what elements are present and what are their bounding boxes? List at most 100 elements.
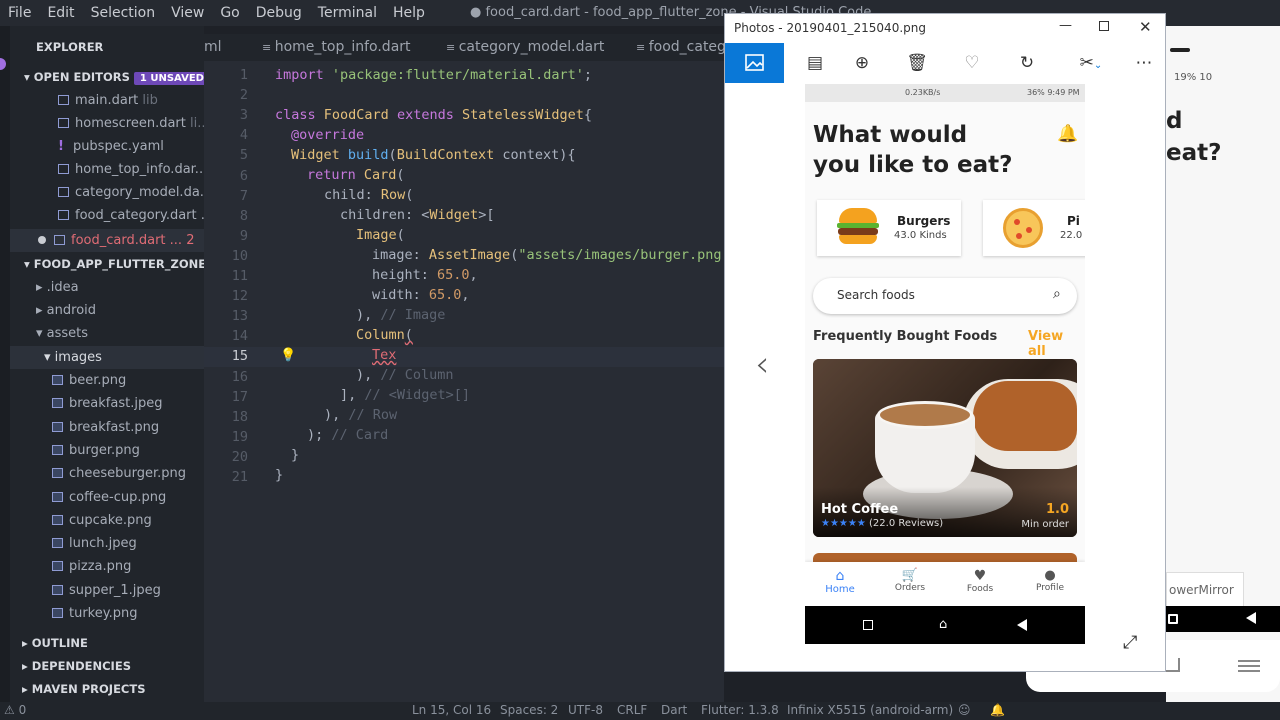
- code-line-8: children: <Widget>[: [340, 207, 495, 223]
- home-button-icon[interactable]: ⌂: [939, 617, 947, 632]
- bg-android-nav: [1166, 606, 1280, 632]
- more-icon[interactable]: ⋯: [1130, 49, 1158, 77]
- menu-debug[interactable]: Debug: [248, 5, 310, 21]
- status-bar: ⚠ 0 Ln 15, Col 16 Spaces: 2 UTF-8 CRLF D…: [0, 702, 1280, 720]
- image-file-icon: [52, 538, 63, 549]
- recents-icon[interactable]: [863, 620, 873, 630]
- language-mode[interactable]: Dart: [661, 703, 687, 717]
- category-card-burgers[interactable]: Burgers 43.0 Kinds: [817, 200, 961, 256]
- problems-indicator[interactable]: ⚠ 0: [4, 703, 26, 717]
- folder-assets[interactable]: ▾ assets: [36, 322, 230, 345]
- menu-selection[interactable]: Selection: [83, 5, 164, 21]
- maximize-icon[interactable]: [1099, 21, 1109, 31]
- explorer-sidebar: EXPLORER ▾ OPEN EDITORS 1 UNSAVED main.da…: [10, 26, 213, 702]
- line-number: 2: [239, 87, 248, 104]
- view-all-link[interactable]: View all: [1028, 329, 1085, 359]
- outline-section[interactable]: ▸ OUTLINE: [22, 632, 216, 655]
- folder-images[interactable]: ▾ images: [10, 346, 204, 369]
- section-title: Frequently Bought Foods: [813, 329, 998, 344]
- background-app: 19% 10 d eat? owerMirror: [1026, 0, 1280, 720]
- pastry-shape: [973, 381, 1077, 451]
- code-line-18: ), // Row: [324, 407, 398, 423]
- line-ending[interactable]: CRLF: [617, 703, 647, 717]
- lines-icon: ≡: [446, 41, 459, 54]
- menu-file[interactable]: File: [0, 5, 39, 21]
- image-file-icon: [52, 375, 63, 385]
- indentation[interactable]: Spaces: 2: [500, 703, 558, 717]
- search-icon[interactable]: ⌕: [1053, 286, 1061, 302]
- minimize-icon[interactable]: —: [1059, 18, 1072, 33]
- tab-category-model[interactable]: ≡ category_model.dart: [446, 34, 604, 61]
- chevron-right-icon: ▸: [36, 280, 47, 295]
- code-line-3: class FoodCard extends StatelessWidget{: [275, 107, 593, 123]
- flutter-version[interactable]: Flutter: 1.3.8: [701, 703, 779, 717]
- chevron-right-icon: ▸: [36, 303, 47, 318]
- code-line-15: Tex: [372, 347, 397, 363]
- smiley-icon[interactable]: ☺: [958, 703, 971, 717]
- category-card-pizza[interactable]: Pi 22.0: [983, 200, 1085, 256]
- tab-partial[interactable]: ml: [204, 34, 222, 61]
- code-line-12: width: 65.0,: [372, 287, 470, 303]
- line-number: 14: [231, 328, 248, 345]
- code-editor[interactable]: 1 2 3 4 5 6 7 8 9 10 11 12 13 14 15 16 17 18 19 20 21 import…: [204, 61, 724, 702]
- edit-icon[interactable]: ✂⌄: [1071, 49, 1111, 77]
- chevron-down-icon: ▾: [36, 326, 47, 341]
- tab-home-top-info[interactable]: ≡ home_top_info.dart: [262, 34, 411, 61]
- lightbulb-icon[interactable]: 💡: [280, 348, 296, 363]
- chevron-right-icon: ▸: [22, 659, 32, 673]
- notification-bell-icon[interactable]: 🔔: [1057, 124, 1078, 144]
- code-line-19: ); // Card: [307, 427, 389, 443]
- line-number: 6: [239, 167, 248, 184]
- phone-status-bar: 0.23KB/s 36% 9:49 PM: [805, 84, 1085, 102]
- file-icon: [58, 210, 69, 220]
- menu-go[interactable]: Go: [212, 5, 247, 21]
- rotate-icon[interactable]: ↻: [1013, 49, 1041, 77]
- line-number: 4: [239, 127, 248, 144]
- nav-orders[interactable]: 🛒 Orders: [890, 568, 930, 593]
- folder-idea[interactable]: ▸ .idea: [36, 276, 230, 299]
- delete-icon[interactable]: 🗑: [903, 49, 931, 77]
- slideshow-icon[interactable]: ▤: [801, 49, 829, 77]
- close-icon[interactable]: ✕: [1139, 18, 1152, 36]
- search-input[interactable]: Search foods ⌕: [813, 278, 1077, 314]
- menu-terminal[interactable]: Terminal: [310, 5, 385, 21]
- food-name: Hot Coffee: [821, 502, 899, 517]
- nav-profile[interactable]: ● Profile: [1030, 568, 1070, 593]
- menu-view[interactable]: View: [163, 5, 212, 21]
- line-number: 19: [231, 428, 248, 445]
- code-line-7: child: Row(: [324, 187, 414, 203]
- code-line-14: Column(: [356, 327, 413, 343]
- heart-outline-icon[interactable]: ♡: [958, 49, 986, 77]
- code-line-20: }: [291, 447, 300, 463]
- nav-home[interactable]: ⌂ Home: [820, 568, 860, 595]
- heading-line-1: What would: [813, 122, 968, 148]
- nav-foods[interactable]: ♥ Foods: [960, 568, 1000, 594]
- chevron-down-icon: ▾: [24, 70, 34, 84]
- back-icon[interactable]: [1017, 619, 1027, 631]
- code-line-5: Widget build(BuildContext context){: [291, 147, 576, 163]
- bell-icon[interactable]: 🔔: [990, 703, 1005, 717]
- zoom-icon[interactable]: ⊕: [848, 49, 876, 77]
- bg-heading-1: d: [1166, 108, 1183, 134]
- cursor-position[interactable]: Ln 15, Col 16: [412, 703, 491, 717]
- open-editors-header[interactable]: ▾ OPEN EDITORS 1 UNSAVED: [24, 66, 218, 89]
- menu-help[interactable]: Help: [385, 5, 433, 21]
- previous-arrow-icon[interactable]: ‹: [755, 344, 769, 385]
- image-file-icon: [52, 444, 63, 455]
- editor-tabs: ml ≡ home_top_info.dart ≡ category_model…: [204, 34, 726, 61]
- menu-edit[interactable]: Edit: [39, 5, 82, 21]
- open-file-food-card[interactable]: food_card.dart ... 2: [10, 229, 204, 252]
- line-number: 17: [231, 388, 248, 405]
- maven-section[interactable]: ▸ MAVEN PROJECTS: [22, 678, 216, 701]
- food-card-hot-coffee[interactable]: Hot Coffee ★★★★★ (22.0 Reviews) 1.0 Min …: [813, 359, 1077, 537]
- fullscreen-icon[interactable]: ⤢: [1123, 632, 1137, 653]
- bg-mirror-label[interactable]: owerMirror: [1166, 572, 1244, 608]
- encoding[interactable]: UTF-8: [568, 703, 603, 717]
- image-view-button[interactable]: [725, 43, 784, 83]
- tab-food-category[interactable]: ≡ food_categ: [636, 34, 726, 61]
- project-header[interactable]: ▾ FOOD_APP_FLUTTER_ZONE: [24, 253, 218, 276]
- device-selector[interactable]: Infinix X5515 (android-arm): [787, 703, 953, 717]
- bottom-navigation: ⌂ Home 🛒 Orders ♥ Foods ● Profile: [805, 562, 1085, 606]
- folder-android[interactable]: ▸ android: [36, 299, 230, 322]
- dependencies-section[interactable]: ▸ DEPENDENCIES: [22, 655, 216, 678]
